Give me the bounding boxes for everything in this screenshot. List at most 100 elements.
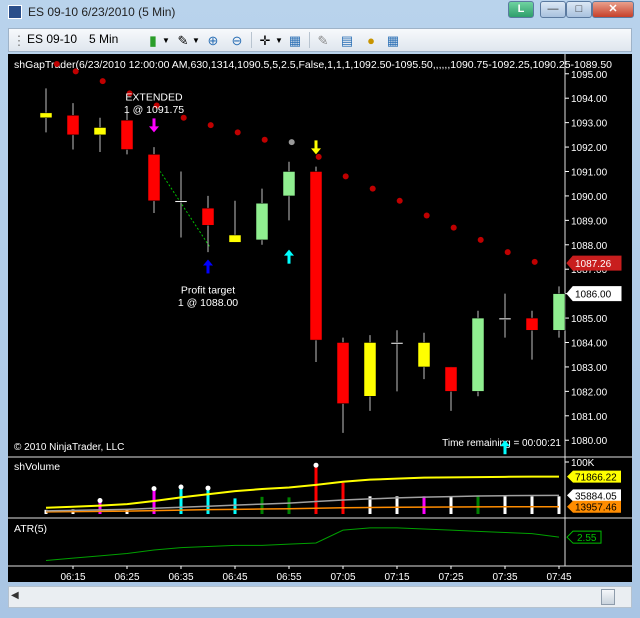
volume-badge-label: 13957.46 bbox=[575, 503, 617, 514]
volume-dot bbox=[313, 462, 319, 468]
x-tick-label: 06:15 bbox=[60, 572, 85, 582]
scroll-thumb[interactable] bbox=[601, 589, 615, 605]
stop-dot bbox=[396, 197, 403, 204]
volume-bar bbox=[530, 496, 534, 514]
volume-bar bbox=[233, 498, 237, 514]
zoom-out-icon[interactable]: ⊖ bbox=[229, 33, 245, 49]
strategies-icon[interactable]: ● bbox=[363, 33, 379, 49]
toolbar-separator bbox=[251, 32, 252, 48]
price-badge-label: 1087.26 bbox=[575, 259, 612, 270]
candle-body bbox=[39, 112, 53, 118]
atr-badge-label: 2.55 bbox=[577, 533, 597, 544]
candle-body bbox=[282, 171, 296, 197]
minimize-icon: — bbox=[547, 3, 559, 15]
toolbar-separator bbox=[309, 32, 310, 48]
stop-dot bbox=[450, 224, 457, 231]
trade-annotation: Profit target bbox=[181, 285, 235, 297]
chart-window: ES 09-10 6/23/2010 (5 Min) L — □ ✕ ⋮ ES … bbox=[0, 0, 640, 618]
volume-dot bbox=[151, 486, 157, 492]
chevron-down-icon[interactable]: ▼ bbox=[271, 33, 287, 49]
x-tick-label: 06:25 bbox=[114, 572, 139, 582]
close-button[interactable]: ✕ bbox=[592, 1, 634, 18]
volume-bar bbox=[557, 496, 561, 514]
instrument-selector[interactable]: ES 09-10 bbox=[27, 32, 77, 46]
candle-body bbox=[309, 171, 323, 341]
price-tick-label: 1081.00 bbox=[571, 412, 608, 423]
volume-bar bbox=[314, 467, 318, 514]
stop-dot bbox=[53, 61, 60, 67]
price-tick-label: 1093.00 bbox=[571, 119, 608, 130]
volume-badge-label: 35884.05 bbox=[575, 491, 617, 502]
pencil-icon[interactable]: ✎ bbox=[315, 33, 331, 49]
trade-annotation: 1 @ 1088.00 bbox=[178, 297, 238, 309]
app-icon bbox=[8, 5, 22, 19]
stop-dot bbox=[504, 249, 511, 256]
minimize-button[interactable]: — bbox=[540, 1, 566, 18]
indicators-icon[interactable]: ▤ bbox=[339, 33, 355, 49]
stop-dot bbox=[261, 136, 268, 143]
horizontal-scrollbar[interactable]: ◀ bbox=[8, 586, 632, 608]
price-tick-label: 1089.00 bbox=[571, 216, 608, 227]
price-tick-label: 1094.00 bbox=[571, 94, 608, 105]
volume-bar bbox=[449, 496, 453, 514]
trade-annotation: EXTENDED bbox=[125, 92, 183, 104]
close-icon: ✕ bbox=[608, 3, 618, 15]
signal-arrow-down bbox=[149, 126, 159, 133]
volume-dot bbox=[97, 498, 103, 504]
maximize-icon: □ bbox=[575, 3, 583, 15]
candle-body bbox=[363, 342, 377, 397]
stop-dot bbox=[531, 258, 538, 265]
stop-dot bbox=[72, 68, 79, 75]
volume-bar bbox=[395, 496, 399, 514]
title-bar[interactable]: ES 09-10 6/23/2010 (5 Min) L — □ ✕ bbox=[0, 0, 640, 24]
price-tick-label: 1088.00 bbox=[571, 241, 608, 252]
zoom-in-icon[interactable]: ⊕ bbox=[205, 33, 221, 49]
candle-body bbox=[120, 119, 134, 150]
chart-svg[interactable]: 1080.00 1081.00 1082.00 1083.00 1084.00 1085.… bbox=[8, 54, 632, 583]
atr-line bbox=[45, 527, 560, 561]
toolbar: ⋮ ES 09-10 5 Min ▮ ▼ ✎ ▼ ⊕ ⊖ ✛ ▼ ▦ ✎ ▤ ●… bbox=[8, 28, 632, 52]
x-tick-label: 07:35 bbox=[492, 572, 517, 582]
volume-bar bbox=[476, 496, 480, 514]
x-tick-label: 06:45 bbox=[222, 572, 247, 582]
price-tick-label: 1084.00 bbox=[571, 339, 608, 350]
volume-tick-label: 100K bbox=[571, 458, 595, 469]
time-remaining-text: Time remaining = 00:00:21 bbox=[442, 438, 561, 449]
candle-body bbox=[255, 203, 269, 241]
properties-icon[interactable]: ▦ bbox=[287, 33, 303, 49]
candle-body bbox=[336, 342, 350, 404]
link-button[interactable]: L bbox=[508, 1, 534, 18]
price-tick-label: 1090.00 bbox=[571, 192, 608, 203]
volume-avg-yellow bbox=[45, 475, 560, 509]
x-tick-label: 07:25 bbox=[438, 572, 463, 582]
candle-body bbox=[390, 342, 404, 345]
stop-dot bbox=[477, 236, 484, 243]
interval-selector[interactable]: 5 Min bbox=[89, 32, 118, 46]
copyright-text: © 2010 NinjaTrader, LLC bbox=[14, 442, 124, 453]
x-tick-label: 07:15 bbox=[384, 572, 409, 582]
price-badge-label: 1086.00 bbox=[575, 290, 612, 301]
signal-arrow-down bbox=[311, 148, 321, 155]
x-tick-label: 07:05 bbox=[330, 572, 355, 582]
chevron-down-icon[interactable]: ▼ bbox=[158, 33, 174, 49]
candle-body bbox=[66, 115, 80, 136]
candle-body bbox=[471, 317, 485, 392]
candle-body bbox=[417, 342, 431, 368]
candle-body bbox=[498, 317, 512, 320]
indicator-label: shGapTrader(6/23/2010 12:00:00 AM,630,13… bbox=[14, 59, 612, 71]
volume-bar bbox=[341, 482, 345, 514]
price-tick-label: 1091.00 bbox=[571, 167, 608, 178]
volume-bar bbox=[422, 496, 426, 514]
stop-dot bbox=[342, 173, 349, 180]
scroll-left-icon[interactable]: ◀ bbox=[11, 590, 23, 604]
volume-dot bbox=[205, 485, 211, 491]
atr-label: ATR(5) bbox=[14, 523, 47, 535]
volume-badge-label: 71866.22 bbox=[575, 473, 617, 484]
signal-arrow-up bbox=[203, 259, 213, 266]
maximize-button[interactable]: □ bbox=[566, 1, 592, 18]
price-tick-label: 1083.00 bbox=[571, 363, 608, 374]
data-box-icon[interactable]: ▦ bbox=[385, 33, 401, 49]
chart-area[interactable]: 1080.00 1081.00 1082.00 1083.00 1084.00 1085.… bbox=[8, 54, 632, 583]
chevron-down-icon[interactable]: ▼ bbox=[188, 33, 204, 49]
candle-body bbox=[93, 127, 107, 136]
